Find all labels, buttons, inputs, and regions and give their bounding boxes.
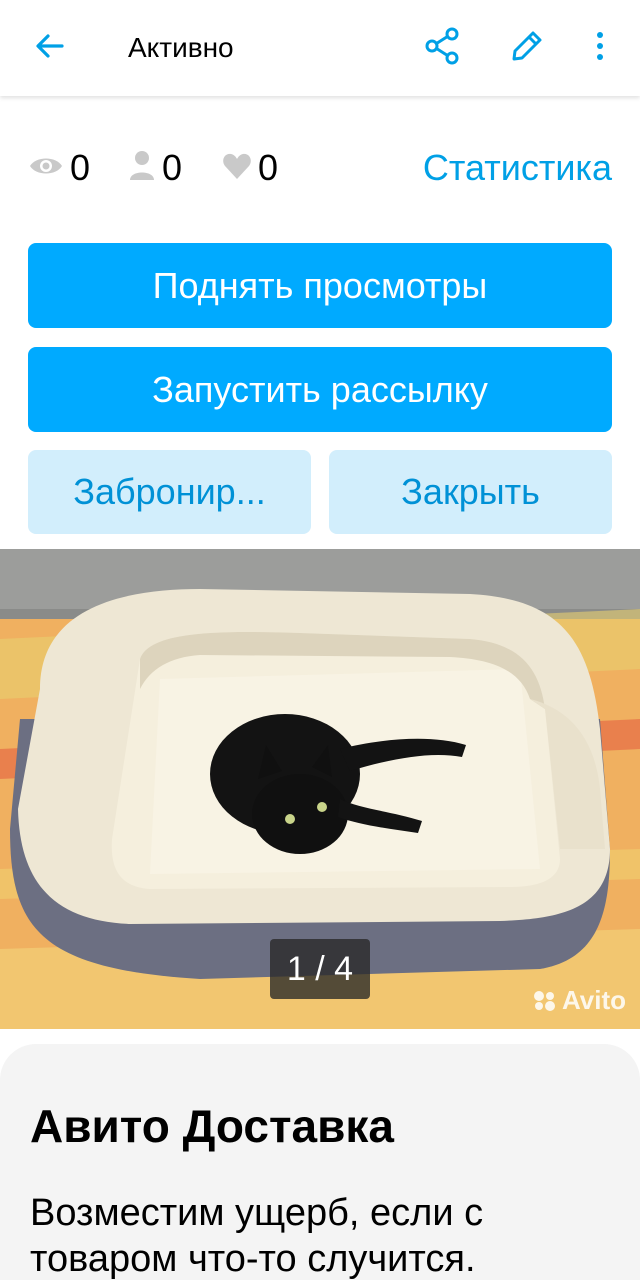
views-count: 0 bbox=[70, 147, 91, 188]
statistics-link[interactable]: Статистика bbox=[423, 140, 612, 196]
arrow-back-icon bbox=[34, 30, 66, 67]
favorites-count: 0 bbox=[258, 147, 279, 188]
back-button[interactable] bbox=[28, 26, 72, 70]
favorites-stat: 0 bbox=[222, 140, 278, 196]
start-mailing-button[interactable]: Запустить рассылку bbox=[28, 347, 612, 432]
more-menu-button[interactable] bbox=[582, 26, 618, 70]
heart-icon bbox=[222, 152, 252, 185]
raise-views-button[interactable]: Поднять просмотры bbox=[28, 243, 612, 328]
app-bar: Активно bbox=[0, 0, 640, 96]
share-button[interactable] bbox=[420, 26, 464, 70]
stats-row: 0 0 0 Статистика bbox=[28, 140, 612, 196]
close-listing-button[interactable]: Закрыть bbox=[329, 450, 612, 534]
reserve-button[interactable]: Забронир... bbox=[28, 450, 311, 534]
avito-watermark: Avito bbox=[532, 985, 626, 1016]
listing-status-title: Активно bbox=[128, 32, 234, 63]
share-icon bbox=[424, 27, 460, 70]
delivery-title: Авито Доставка bbox=[30, 1100, 394, 1152]
photo-counter: 1 / 4 bbox=[270, 939, 370, 999]
delivery-text: Возместим ущерб, если с товаром что-то с… bbox=[30, 1192, 484, 1280]
avito-logo-icon bbox=[532, 990, 558, 1012]
edit-button[interactable] bbox=[505, 26, 549, 70]
pencil-icon bbox=[509, 28, 545, 69]
contacts-stat: 0 bbox=[128, 140, 182, 196]
listing-photo[interactable]: 1 / 4 Avito bbox=[0, 549, 640, 1029]
contacts-count: 0 bbox=[162, 147, 183, 188]
more-vertical-icon bbox=[596, 31, 604, 66]
eye-icon bbox=[28, 154, 64, 183]
person-icon bbox=[128, 150, 156, 187]
views-stat: 0 bbox=[28, 140, 90, 196]
